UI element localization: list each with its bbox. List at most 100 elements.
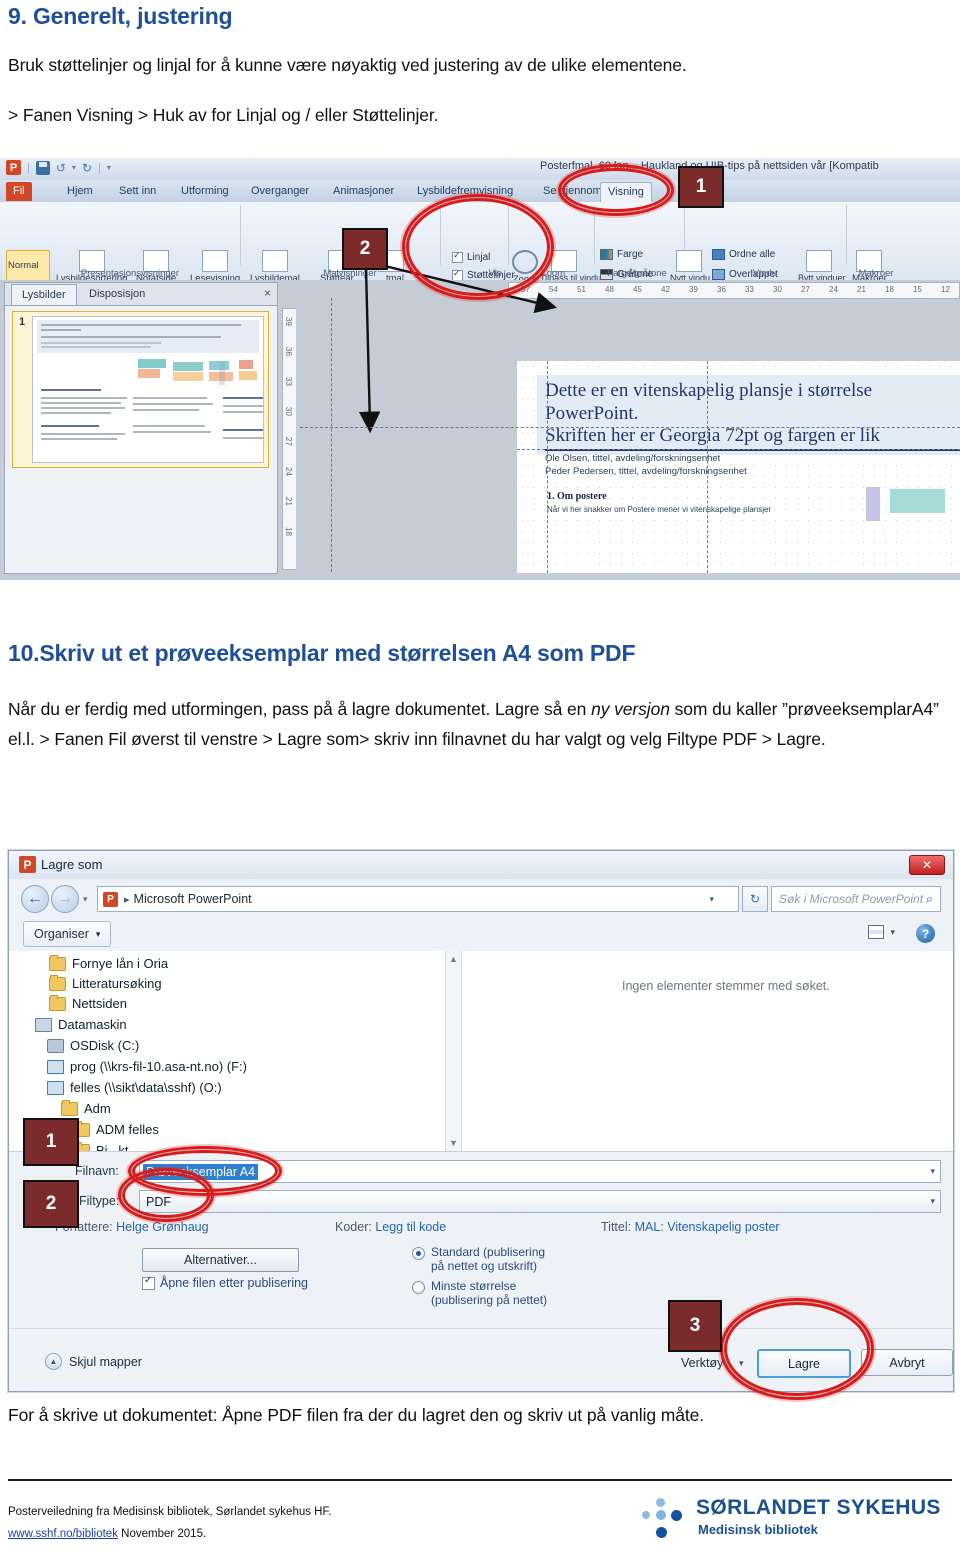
tree-item-osdisk[interactable]: OSDisk (C:)	[9, 1035, 139, 1056]
customize-qat-icon[interactable]: ▾	[107, 163, 111, 172]
close-button[interactable]: ✕	[909, 855, 945, 875]
redo-icon[interactable]: ↻	[82, 161, 92, 175]
slide-canvas[interactable]: Dette er en vitenskapelig plansje i stør…	[516, 360, 960, 574]
open-after-publish-label: Åpne filen etter publisering	[160, 1276, 309, 1290]
powerpoint-workspace: Lysbilder Disposisjon × 1 39 36 33 30 27…	[0, 280, 960, 580]
save-callout-badge-1: 1	[23, 1118, 79, 1166]
undo-dropdown-icon[interactable]: ▾	[72, 163, 76, 172]
tree-item-datamaskin[interactable]: Datamaskin	[9, 1014, 127, 1035]
back-button[interactable]: ←	[21, 885, 49, 913]
filetype-dropdown-icon[interactable]: ▾	[930, 1196, 935, 1207]
address-app-icon: P	[103, 891, 118, 907]
organiser-label: Organiser	[34, 927, 89, 941]
recent-locations-icon[interactable]: ▾	[83, 894, 88, 905]
save-callout-badge-2: 2	[23, 1180, 79, 1228]
tab-se-gjennom[interactable]: Se gjennom	[536, 182, 609, 201]
filename-dropdown-icon[interactable]: ▾	[930, 1166, 935, 1177]
chevron-down-icon: ▾	[95, 928, 101, 939]
search-icon[interactable]: ⌕	[926, 891, 933, 907]
slide-vertical-guide-right	[707, 361, 708, 573]
tab-animasjoner[interactable]: Animasjoner	[326, 182, 401, 201]
checkbox-icon[interactable]: ✓	[142, 1275, 155, 1290]
tab-fil[interactable]: Fil	[6, 182, 32, 201]
filename-label: Filnavn:	[75, 1164, 119, 1178]
view-options-button[interactable]: ▾	[868, 925, 895, 939]
tree-item-felles-drive[interactable]: felles (\\sikt\data\sshf) (O:)	[9, 1077, 222, 1098]
dialog-footer: ▲ Skjul mapper Verktøy ▾ Lagre Avbryt	[9, 1328, 953, 1391]
undo-icon[interactable]: ↺	[56, 161, 66, 175]
filetype-select[interactable]: PDF ▾	[139, 1190, 941, 1213]
ribbon-item-normal[interactable]: Normal	[8, 260, 39, 271]
address-dropdown-icon[interactable]: ▾	[709, 894, 714, 905]
tools-caret-icon[interactable]: ▾	[739, 1358, 744, 1369]
footer-date: November 2015.	[117, 1528, 207, 1540]
ribbon-tab-row: Fil Hjem Sett inn Utforming Overganger A…	[0, 180, 960, 203]
scroll-up-icon[interactable]: ▲	[449, 954, 458, 964]
authors-value[interactable]: Helge Grønhaug	[116, 1220, 208, 1234]
tab-visning[interactable]: Visning	[600, 182, 652, 203]
radio-icon[interactable]	[412, 1281, 425, 1294]
filename-input[interactable]: Prøveeksemplar A4 ▾	[139, 1160, 941, 1183]
final-note: For å skrive ut dokumentet: Åpne PDF fil…	[8, 1405, 705, 1425]
slide-section-text: Når vi her snakker om Postere mener vi v…	[547, 505, 772, 514]
ribbon-item-farge[interactable]: Farge	[600, 249, 643, 260]
checkbox-icon[interactable]	[452, 250, 463, 263]
hide-folders-button[interactable]: ▲ Skjul mapper	[45, 1353, 142, 1370]
ruler-tick: 51	[577, 285, 586, 294]
tools-button[interactable]: Verktøy	[681, 1356, 723, 1370]
ribbon-group-label-zoom: Zoom	[540, 268, 566, 279]
organiser-button[interactable]: Organiser ▾	[23, 921, 112, 947]
title-field[interactable]: Tittel: MAL: Vitenskapelig poster	[601, 1220, 780, 1234]
save-callout-badge-3: 3	[668, 1300, 722, 1352]
tab-disposisjon[interactable]: Disposisjon	[79, 284, 155, 304]
section-10-paragraph: Når du er ferdig med utformingen, pass p…	[8, 694, 948, 754]
tab-overganger[interactable]: Overganger	[244, 182, 316, 201]
ruler-tick: 57	[521, 285, 530, 294]
tab-utforming[interactable]: Utforming	[174, 182, 236, 201]
radio-icon-selected[interactable]	[412, 1247, 425, 1260]
tree-item-fornye-lan-i-oria[interactable]: Fornye lån i Oria	[9, 953, 168, 974]
ruler-tick: 54	[549, 285, 558, 294]
help-button[interactable]: ?	[916, 924, 935, 943]
ruler-tick: 27	[801, 285, 810, 294]
tab-hjem[interactable]: Hjem	[60, 182, 100, 201]
tree-item-nettsiden[interactable]: Nettsiden	[9, 993, 127, 1014]
save-button[interactable]: Lagre	[757, 1349, 851, 1378]
cancel-button[interactable]: Avbryt	[861, 1349, 953, 1376]
ribbon: Normal Lysbildesortering Notatside Lesev…	[0, 202, 960, 304]
breadcrumb-path[interactable]: Microsoft PowerPoint	[134, 892, 252, 906]
checkbox-linjal[interactable]: Linjal	[452, 250, 490, 263]
radio-standard[interactable]: Standard (publisering på nettet og utskr…	[412, 1245, 547, 1273]
tree-scrollbar[interactable]: ▲ ▼	[445, 951, 461, 1151]
folder-icon	[49, 994, 66, 1011]
refresh-button[interactable]: ↻	[742, 886, 768, 912]
title-value[interactable]: MAL: Vitenskapelig poster	[635, 1220, 780, 1234]
network-drive-icon	[47, 1080, 64, 1095]
tree-item-litteratursoking[interactable]: Litteratursøking	[9, 973, 162, 994]
scroll-down-icon[interactable]: ▼	[449, 1138, 458, 1148]
search-box[interactable]: Søk i Microsoft PowerPoint ⌕	[771, 886, 941, 912]
slide-thumbnail-1[interactable]: 1	[12, 311, 269, 468]
options-button[interactable]: Alternativer...	[142, 1248, 299, 1272]
empty-folder-message: Ingen elementer stemmer med søket.	[622, 979, 830, 993]
open-after-publish-checkbox[interactable]: ✓ Åpne filen etter publisering	[142, 1275, 309, 1290]
footer-line-2: www.sshf.no/bibliotek November 2015.	[8, 1528, 206, 1540]
close-panel-icon[interactable]: ×	[264, 286, 271, 300]
tree-item-prog-drive[interactable]: prog (\\krs-fil-10.asa-nt.no) (F:)	[9, 1056, 247, 1077]
ribbon-item-ordne-alle[interactable]: Ordne alle	[712, 249, 775, 260]
tab-lysbilder[interactable]: Lysbilder	[11, 284, 77, 305]
radio-minimum-size[interactable]: Minste størrelse (publisering på nettet)	[412, 1279, 547, 1307]
dialog-toolbar: Organiser ▾ ▾ ?	[9, 917, 953, 952]
save-icon[interactable]	[35, 160, 50, 175]
slide-thumbnail-panel: Lysbilder Disposisjon × 1	[4, 282, 278, 574]
address-bar[interactable]: P ▸ Microsoft PowerPoint ▾	[97, 886, 739, 912]
file-list-pane[interactable]: Ingen elementer stemmer med søket.	[462, 951, 953, 1151]
forward-button[interactable]: →	[51, 885, 79, 913]
tree-item-adm[interactable]: Adm	[9, 1098, 111, 1119]
dialog-title-bar: P Lagre som ✕	[9, 851, 953, 880]
tags-value[interactable]: Legg til kode	[375, 1220, 446, 1234]
footer-website-link[interactable]: www.sshf.no/bibliotek	[8, 1528, 118, 1540]
tab-sett-inn[interactable]: Sett inn	[112, 182, 163, 201]
tags-field[interactable]: Koder: Legg til kode	[335, 1220, 446, 1234]
tab-lysbildefremvisning[interactable]: Lysbildefremvisning	[410, 182, 520, 201]
